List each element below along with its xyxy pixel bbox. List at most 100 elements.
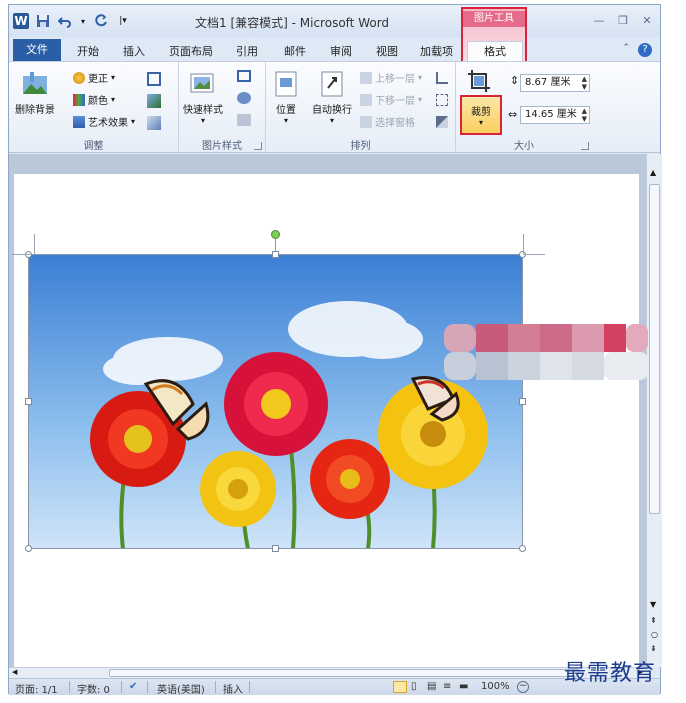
resize-handle-right[interactable] (519, 398, 526, 405)
resize-handle-bottom-right[interactable] (519, 545, 526, 552)
horizontal-scrollbar[interactable]: ◀ ▶ (9, 667, 646, 678)
picture-tools-title: 图片工具 (463, 11, 525, 27)
undo-dropdown-icon[interactable]: ▾ (79, 13, 87, 29)
height-spin-arrows[interactable]: ▲ ▼ (582, 75, 587, 91)
position-label: 位置 (276, 105, 296, 116)
help-icon[interactable]: ? (638, 43, 652, 57)
status-insert-mode[interactable]: 插入 (223, 681, 243, 696)
tab-page-layout[interactable]: 页面布局 (169, 43, 213, 59)
rotation-handle[interactable] (271, 230, 280, 239)
customize-qat-icon[interactable]: |▾ (115, 13, 131, 29)
draft-view-icon[interactable]: ▬ (459, 681, 468, 692)
pixelated-blur (444, 324, 648, 380)
status-zoom[interactable]: 100% (481, 681, 510, 692)
crop-dropdown-icon: ▾ (478, 118, 483, 127)
picture-effects-icon[interactable] (237, 92, 251, 104)
height-value: 8.67 厘米 (525, 77, 571, 88)
selection-pane-icon (360, 115, 372, 128)
undo-icon[interactable] (57, 13, 73, 29)
picture-styles-launcher-icon[interactable] (254, 142, 262, 150)
ribbon: 删除背景 更正 ▾ 颜色 ▾ 艺术效果 ▾ 调整 快速样式 ▾ 图片样式 位置 … (9, 61, 660, 154)
tab-format[interactable]: 格式 (467, 41, 523, 62)
crop-button[interactable]: 裁剪 ▾ (460, 95, 502, 135)
browse-object-icon[interactable]: ○ (651, 630, 658, 639)
horizontal-scroll-thumb[interactable] (109, 669, 579, 677)
quick-styles-button[interactable]: 快速样式 ▾ (183, 70, 223, 125)
send-backward-icon (360, 93, 372, 106)
position-icon (275, 71, 297, 97)
web-layout-view-icon[interactable]: ▤ (427, 681, 436, 692)
group-arrange-label: 排列 (350, 141, 371, 152)
selection-frame (28, 254, 523, 549)
save-icon[interactable] (35, 13, 51, 29)
group-arrange: 位置 ▾ 自动换行 ▾ 上移一层 ▾ 下移一层 ▾ 选择窗格 排列 (266, 62, 456, 154)
watermark-text: 最需教育 (564, 661, 657, 686)
page-corner-mark-top-left (12, 254, 34, 255)
crop-label: 裁剪 (471, 107, 491, 118)
tab-view[interactable]: 视图 (376, 43, 398, 59)
selection-pane-label: 选择窗格 (375, 118, 415, 129)
next-page-icon[interactable]: ⇟ (650, 644, 657, 653)
minimize-ribbon-icon[interactable]: ⌃ (622, 43, 630, 57)
corrections-button[interactable]: 更正 ▾ (73, 70, 115, 85)
redo-icon[interactable] (93, 13, 109, 29)
group-objects-icon[interactable] (436, 94, 448, 106)
page-corner-mark-top-right (523, 254, 545, 255)
word-app-icon[interactable]: W (13, 13, 29, 29)
remove-background-icon (23, 72, 47, 94)
picture-layout-icon[interactable] (237, 114, 251, 126)
group-adjust-label: 调整 (83, 141, 104, 152)
tab-addins[interactable]: 加载项 (420, 43, 453, 59)
remove-background-button[interactable]: 删除背景 (15, 70, 55, 116)
selection-pane-button[interactable]: 选择窗格 (360, 114, 415, 129)
width-field[interactable]: 14.65 厘米 ▲ ▼ (520, 106, 590, 124)
reset-picture-icon[interactable] (147, 116, 161, 130)
scroll-down-icon[interactable]: ▼ (650, 600, 656, 609)
tab-mailings[interactable]: 邮件 (284, 43, 306, 59)
remove-background-label: 删除背景 (15, 105, 55, 116)
artistic-effects-button[interactable]: 艺术效果 ▾ (73, 114, 135, 129)
position-button[interactable]: 位置 ▾ (272, 70, 300, 125)
window-controls: — ❐ ✕ (592, 13, 654, 27)
height-field[interactable]: 8.67 厘米 ▲ ▼ (520, 74, 590, 92)
tab-review[interactable]: 审阅 (330, 43, 352, 59)
group-adjust: 删除背景 更正 ▾ 颜色 ▾ 艺术效果 ▾ 调整 (9, 62, 179, 154)
bring-forward-label: 上移一层 (375, 74, 415, 85)
scroll-left-icon[interactable]: ◀ (12, 668, 17, 676)
page-corner-mark-top-right-v (523, 234, 524, 254)
size-launcher-icon[interactable] (581, 142, 589, 150)
prev-page-icon[interactable]: ⇞ (650, 616, 657, 625)
resize-handle-bottom[interactable] (272, 545, 279, 552)
status-language[interactable]: 英语(美国) (157, 681, 205, 696)
color-button[interactable]: 颜色 ▾ (73, 92, 115, 107)
outline-view-icon[interactable]: ≡ (443, 681, 451, 692)
tab-insert[interactable]: 插入 (123, 43, 145, 59)
tab-home[interactable]: 开始 (77, 43, 99, 59)
vertical-scrollbar[interactable]: ▲ ▼ ⇞ ○ ⇟ (646, 154, 662, 667)
tab-references[interactable]: 引用 (236, 43, 258, 59)
rotate-icon[interactable] (436, 116, 448, 128)
change-picture-icon[interactable] (147, 94, 161, 108)
tab-file[interactable]: 文件 (13, 39, 61, 61)
resize-handle-bottom-left[interactable] (25, 545, 32, 552)
picture-border-icon[interactable] (237, 70, 251, 82)
minimize-icon[interactable]: — (592, 13, 606, 27)
align-icon[interactable] (436, 72, 448, 84)
corrections-icon (73, 71, 85, 84)
close-icon[interactable]: ✕ (640, 13, 654, 27)
status-words[interactable]: 字数: 0 (77, 681, 110, 696)
send-backward-button[interactable]: 下移一层 ▾ (360, 92, 422, 107)
resize-handle-left[interactable] (25, 398, 32, 405)
proofing-icon[interactable]: ✔ (129, 681, 137, 692)
full-screen-view-icon[interactable]: ▯ (411, 681, 417, 692)
scroll-up-icon[interactable]: ▲ (650, 168, 656, 177)
print-layout-view-icon[interactable] (393, 681, 407, 693)
restore-icon[interactable]: ❐ (616, 13, 630, 27)
resize-handle-top[interactable] (272, 251, 279, 258)
status-page[interactable]: 页面: 1/1 (15, 681, 58, 696)
zoom-out-icon[interactable]: − (517, 681, 529, 693)
wrap-text-button[interactable]: 自动换行 ▾ (312, 70, 352, 125)
width-spin-arrows[interactable]: ▲ ▼ (582, 107, 587, 123)
compress-pictures-icon[interactable] (147, 72, 161, 86)
bring-forward-button[interactable]: 上移一层 ▾ (360, 70, 422, 85)
